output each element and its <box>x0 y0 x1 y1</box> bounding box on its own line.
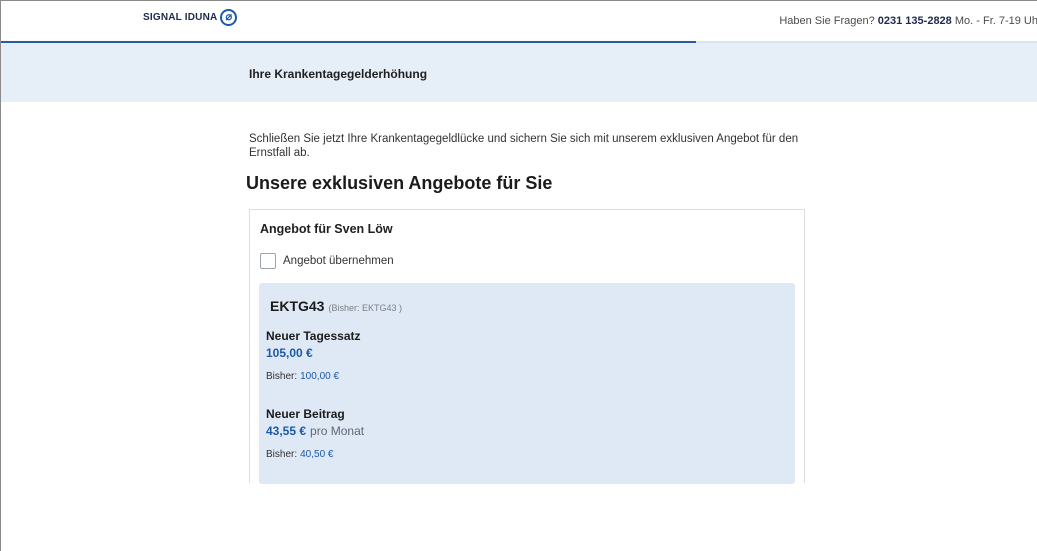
site-header: SIGNAL IDUNA ⌀ Haben Sie Fragen? 0231 13… <box>1 1 1037 41</box>
help-prefix: Haben Sie Fragen? <box>779 15 875 27</box>
accept-offer-checkbox-row[interactable]: Angebot übernehmen <box>260 253 394 269</box>
daily-rate-previous-value: 100,00 € <box>300 371 340 382</box>
offer-card: Angebot für Sven Löw Angebot übernehmen … <box>249 209 805 484</box>
offer-details: EKTG43 (Bisher: EKTG43 ) Neuer Tagessatz… <box>259 283 795 484</box>
signal-iduna-logo-icon: ⌀ <box>220 9 238 26</box>
tariff-name: EKTG43 <box>270 298 325 314</box>
tariff-line: EKTG43 (Bisher: EKTG43 ) <box>270 298 402 314</box>
help-contact: Haben Sie Fragen? 0231 135-2828 Mo. - Fr… <box>779 15 1037 27</box>
daily-rate-title: Neuer Tagessatz <box>266 329 361 343</box>
accept-offer-checkbox[interactable] <box>260 253 276 269</box>
offers-heading: Unsere exklusiven Angebote für Sie <box>246 173 553 193</box>
premium-previous-label: Bisher: <box>266 449 298 460</box>
offer-card-title: Angebot für Sven Löw <box>260 222 393 236</box>
help-hours: Mo. - Fr. 7-19 Uh <box>954 15 1037 27</box>
tariff-previous: (Bisher: EKTG43 ) <box>328 303 402 313</box>
signal-iduna-logo[interactable]: SIGNAL IDUNA ⌀ <box>143 9 238 26</box>
logo-text: SIGNAL IDUNA <box>143 12 218 23</box>
daily-rate-previous: Bisher: 100,00 € <box>266 371 339 382</box>
page-banner: Ihre Krankentagegelderhöhung <box>1 43 1037 102</box>
premium-unit: pro Monat <box>310 424 365 438</box>
premium-value: 43,55 € <box>266 424 307 438</box>
daily-rate-value: 105,00 € <box>266 346 313 360</box>
intro-text: Schließen Sie jetzt Ihre Krankentagegeld… <box>249 133 799 159</box>
page-title: Ihre Krankentagegelderhöhung <box>249 67 428 81</box>
premium-title: Neuer Beitrag <box>266 407 345 421</box>
help-phone[interactable]: 0231 135-2828 <box>878 15 952 27</box>
premium-value-line: 43,55 € pro Monat <box>266 424 364 438</box>
premium-previous: Bisher: 40,50 € <box>266 449 334 460</box>
accept-offer-label[interactable]: Angebot übernehmen <box>283 255 394 267</box>
daily-rate-previous-label: Bisher: <box>266 371 298 382</box>
premium-previous-value: 40,50 € <box>300 449 334 460</box>
